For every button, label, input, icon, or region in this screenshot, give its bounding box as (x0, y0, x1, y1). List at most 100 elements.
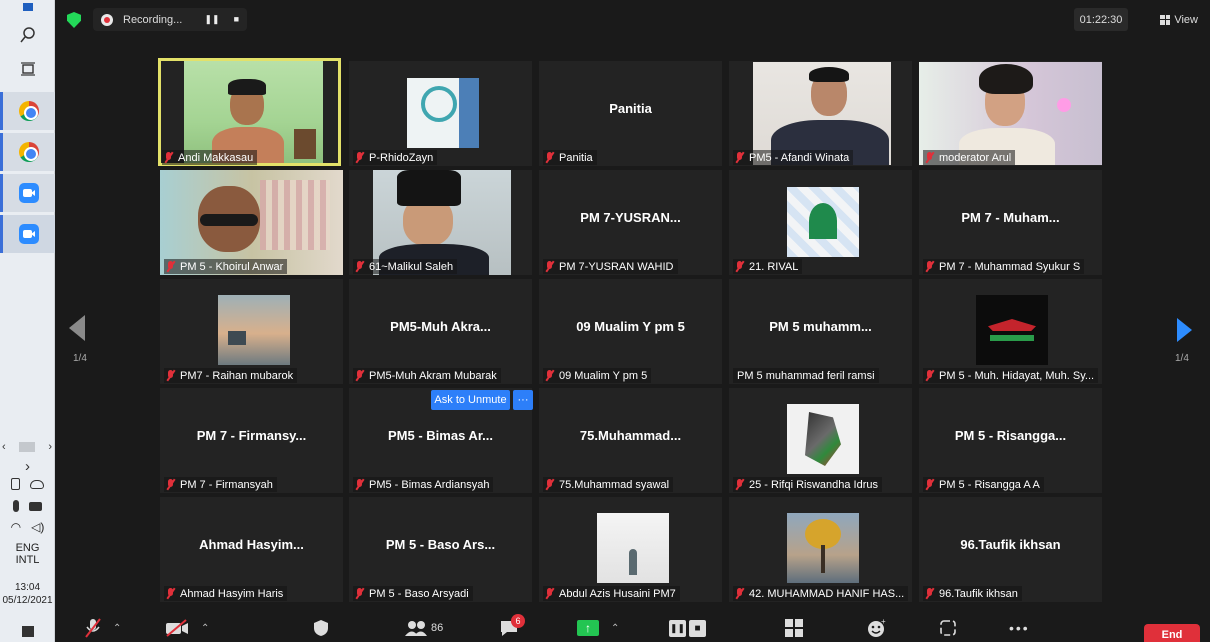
ask-to-unmute-button[interactable]: Ask to Unmute (431, 390, 510, 410)
video-tile[interactable]: P-RhidoZayn (349, 61, 532, 166)
participant-name-label: Abdul Azis Husaini PM7 (543, 586, 680, 601)
video-tile[interactable]: PM 5 - Muh. Hidayat, Muh. Sy... (919, 279, 1102, 384)
video-tile[interactable]: 96.Taufik ikhsan 96.Taufik ikhsan (919, 497, 1102, 602)
pause-recording-icon[interactable]: ❚❚ (204, 14, 219, 25)
video-tile[interactable]: PM5-Muh Akra... PM5-Muh Akram Mubarak (349, 279, 532, 384)
clock[interactable]: 13:04 05/12/2021 (0, 582, 55, 606)
participant-display-name: PM5-Muh Akra... (390, 319, 491, 334)
muted-mic-icon (166, 479, 175, 490)
video-tile[interactable]: PM 7-YUSRAN... PM 7-YUSRAN WAHID (539, 170, 722, 275)
participant-name-label: moderator Arul (923, 150, 1016, 165)
task-view-button[interactable] (0, 50, 55, 88)
video-tile[interactable]: PM 5 - Risangga... PM 5 - Risangga A A (919, 388, 1102, 493)
search-button[interactable] (0, 16, 55, 54)
more-options-button[interactable]: ··· (513, 390, 533, 410)
video-tile[interactable]: PM 5 - Baso Ars... PM 5 - Baso Arsyadi (349, 497, 532, 602)
input-language[interactable]: ENG INTL (0, 542, 55, 566)
video-tile[interactable]: PM 7 - Muham... PM 7 - Muhammad Syukur S (919, 170, 1102, 275)
taskbar-chrome-1[interactable] (0, 92, 55, 130)
video-tile[interactable]: 25 - Rifqi Riswandha Idrus (729, 388, 912, 493)
breakout-rooms-button[interactable] (785, 616, 803, 640)
scroll-thumb[interactable] (19, 442, 35, 452)
view-button[interactable]: View (1160, 8, 1198, 31)
logo-text-shape (990, 335, 1034, 341)
zoom-icon (19, 183, 39, 203)
muted-mic-icon (925, 370, 934, 381)
video-tile[interactable]: PM 5 - Khoirul Anwar (160, 170, 343, 275)
video-tile[interactable]: Panitia Panitia (539, 61, 722, 166)
end-meeting-button[interactable]: End (1144, 624, 1200, 642)
video-tile[interactable]: 42. MUHAMMAD HANIF HAS... (729, 497, 912, 602)
wifi-icon[interactable]: ◠ (11, 520, 21, 534)
muted-mic-icon (735, 479, 744, 490)
muted-mic-icon (545, 261, 554, 272)
security-button[interactable] (313, 616, 329, 640)
participant-display-name: PM5 - Bimas Ar... (388, 428, 493, 443)
recording-control-button[interactable]: ❚❚ ■ (669, 616, 706, 640)
video-tile[interactable]: 75.Muhammad... 75.Muhammad syawal (539, 388, 722, 493)
apps-button[interactable] (939, 616, 957, 640)
video-tile[interactable]: Abdul Azis Husaini PM7 (539, 497, 722, 602)
video-tile[interactable]: 61~Malikul Saleh (349, 170, 532, 275)
logo-roof-shape (988, 319, 1036, 331)
video-tile[interactable]: PM 5 muhamm... PM 5 muhammad feril ramsi (729, 279, 912, 384)
volume-icon[interactable]: ◁) (31, 520, 44, 534)
zoom-meeting-window: Recording... ❚❚ ■ 01:22:30 View 1/4 1/4 (55, 0, 1210, 642)
scroll-right-icon[interactable]: › (48, 441, 52, 453)
stop-recording-icon[interactable]: ■ (234, 14, 239, 25)
more-button[interactable]: ••• (1009, 616, 1030, 640)
next-page-arrow[interactable] (1177, 318, 1192, 349)
participant-name-label: PM5-Muh Akram Mubarak (353, 368, 501, 383)
battery-tray-icon[interactable] (29, 502, 42, 511)
start-video-button[interactable]: ⌃ (165, 616, 209, 640)
chat-button[interactable]: 6 (499, 614, 525, 640)
security-shield-icon[interactable] (67, 12, 81, 28)
participant-name-label: 61~Malikul Saleh (353, 259, 458, 274)
share-options-caret-icon[interactable]: ⌃ (611, 623, 619, 634)
video-tile[interactable]: 21. RIVAL (729, 170, 912, 275)
muted-mic-icon (925, 479, 934, 490)
taskbar-zoom-1[interactable] (0, 174, 55, 212)
cap-shape (228, 79, 266, 95)
profile-picture (787, 404, 859, 474)
svg-text:+: + (881, 618, 886, 626)
start-button[interactable] (0, 0, 55, 14)
logo-bar-shape (459, 78, 479, 148)
taskbar-chrome-2[interactable] (0, 133, 55, 171)
video-tile[interactable]: PM 7 - Firmansy... PM 7 - Firmansyah (160, 388, 343, 493)
previous-page-arrow[interactable] (69, 315, 85, 348)
show-hidden-icons[interactable]: › (0, 458, 55, 475)
artwork-shape (805, 412, 841, 466)
video-tile[interactable]: Ahmad Hasyim... Ahmad Hasyim Haris (160, 497, 343, 602)
participant-name-label: PM 5 - Khoirul Anwar (164, 259, 288, 274)
video-tile[interactable]: PM7 - Raihan mubarok (160, 279, 343, 384)
participant-name-label: PM5 - Bimas Ardiansyah (353, 477, 494, 492)
muted-mic-icon (355, 588, 364, 599)
scroll-left-icon[interactable]: ‹ (2, 441, 6, 453)
muted-mic-icon (925, 152, 934, 163)
taskbar-zoom-2[interactable] (0, 215, 55, 253)
notifications-button[interactable] (0, 626, 55, 640)
chat-unread-badge: 6 (511, 614, 525, 628)
microphone-tray-icon[interactable] (13, 500, 19, 512)
meeting-controls-bar: ⌃ ⌃ 86 6 ↑ ⌃ ❚❚ ■ + ••• End (55, 612, 1210, 642)
video-tile[interactable]: moderator Arul (919, 61, 1102, 166)
video-options-caret-icon[interactable]: ⌃ (201, 623, 209, 634)
cloud-tray-icon[interactable] (30, 480, 44, 489)
recording-indicator: Recording... ❚❚ ■ (93, 8, 247, 31)
profile-picture (787, 513, 859, 583)
reactions-button[interactable]: + (867, 616, 887, 640)
unmute-button[interactable]: ⌃ (85, 616, 121, 640)
video-tile[interactable]: 09 Mualim Y pm 5 09 Mualim Y pm 5 (539, 279, 722, 384)
participants-button[interactable]: 86 (405, 616, 443, 640)
pin-icon (164, 152, 173, 163)
video-tile[interactable]: Andi Makkasau (158, 58, 341, 166)
breakout-rooms-icon (785, 619, 803, 637)
screen: ‹ › › ◠ ◁) ENG INTL 13:04 05/12/2021 Rec… (0, 0, 1210, 642)
audio-options-caret-icon[interactable]: ⌃ (113, 623, 121, 634)
webcam-tray-icon[interactable] (11, 478, 20, 490)
taskbar-scroll[interactable]: ‹ › (2, 440, 52, 454)
participant-name-label: PM 5 - Muh. Hidayat, Muh. Sy... (923, 368, 1099, 383)
share-screen-button[interactable]: ↑ ⌃ (577, 616, 619, 640)
video-tile[interactable]: PM5 - Afandi Winata (729, 61, 912, 166)
